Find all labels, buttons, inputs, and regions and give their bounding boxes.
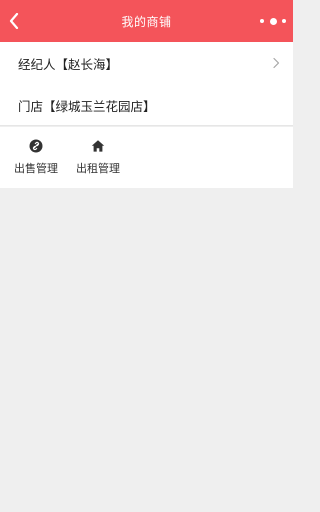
- more-dot: [260, 19, 264, 23]
- chevron-left-icon: [9, 13, 19, 29]
- navbar: 我的商铺: [0, 0, 293, 42]
- menu-item-label: 出售管理: [14, 162, 58, 175]
- store-label: 门店【绿城玉兰花园店】: [18, 98, 156, 114]
- page-title: 我的商铺: [121, 14, 172, 29]
- agent-row[interactable]: 经纪人【赵长海】: [0, 42, 293, 84]
- home-icon: [91, 140, 105, 152]
- back-button[interactable]: [0, 0, 28, 42]
- management-menu: 出售管理 出租管理: [0, 127, 293, 188]
- link-icon: [29, 139, 43, 153]
- chevron-right-icon: [273, 57, 280, 69]
- store-row: 门店【绿城玉兰花园店】: [0, 84, 293, 126]
- menu-item-label: 出租管理: [76, 162, 120, 175]
- agent-label: 经纪人【赵长海】: [18, 56, 119, 72]
- more-dot: [269, 17, 277, 25]
- sale-management-button[interactable]: 出售管理: [10, 127, 62, 188]
- shop-info: 经纪人【赵长海】 门店【绿城玉兰花园店】: [0, 42, 293, 126]
- rent-management-button[interactable]: 出租管理: [72, 127, 124, 188]
- screen: 我的商铺 经纪人【赵长海】 门店【绿城玉兰花园店】 出售管理 出租管理: [0, 0, 293, 512]
- more-button[interactable]: [260, 0, 286, 42]
- more-dot: [282, 19, 286, 23]
